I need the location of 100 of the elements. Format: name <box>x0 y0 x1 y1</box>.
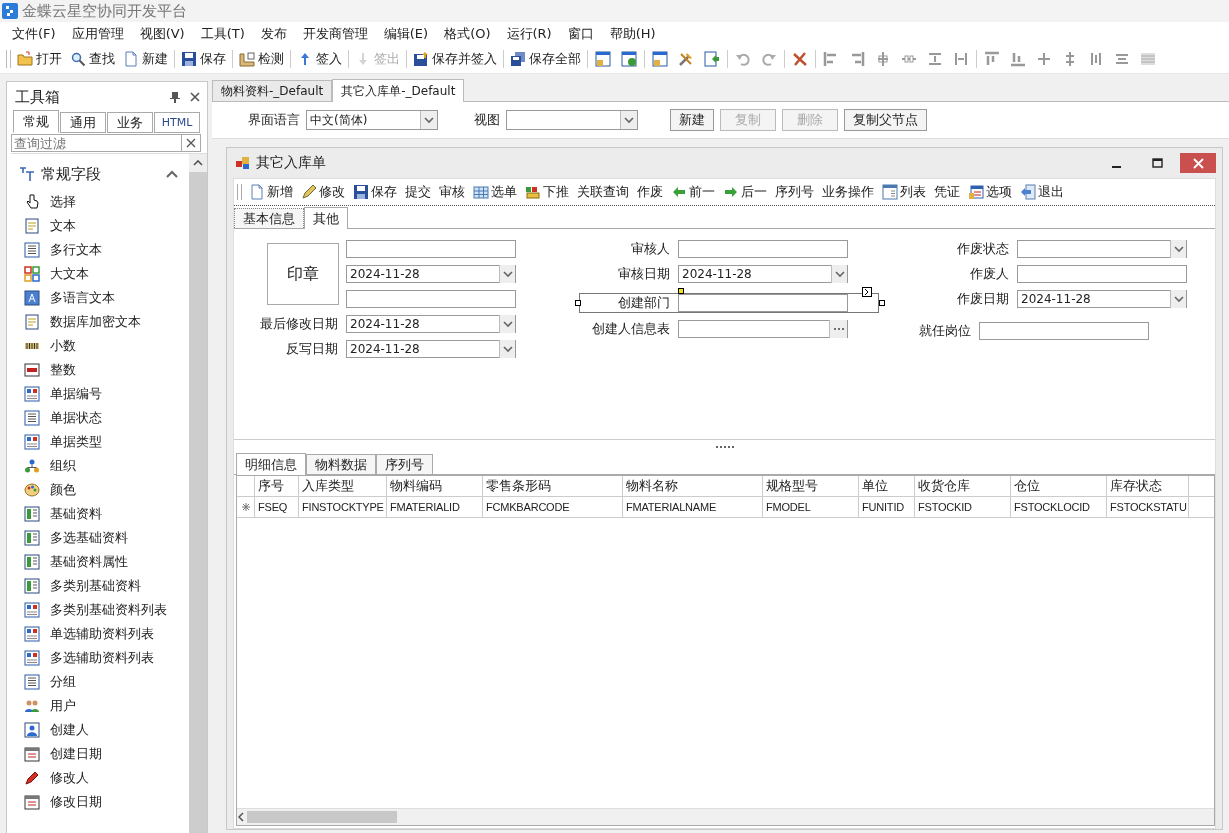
toolbar-button[interactable]: 凭证 <box>930 183 964 201</box>
date-field[interactable]: 2024-11-28 <box>346 265 516 283</box>
toolbox-item[interactable]: 修改日期 <box>11 790 189 814</box>
menu-item[interactable]: 编辑(E) <box>375 24 437 43</box>
clear-icon[interactable] <box>186 138 196 148</box>
toolbar-button[interactable]: 后一 <box>719 183 771 201</box>
toolbar-button[interactable]: 提交 <box>401 183 435 201</box>
toolbar-button[interactable]: 修改 <box>297 183 349 201</box>
scroll-up-icon[interactable] <box>193 159 203 167</box>
toolbar-button[interactable]: 退出 <box>1016 183 1068 201</box>
scrollbar[interactable] <box>189 154 207 833</box>
column-header[interactable]: 零售条形码 <box>483 476 623 496</box>
toolbox-item[interactable]: 小数 <box>11 334 189 358</box>
align-right-icon[interactable] <box>849 51 865 67</box>
align-center-icon[interactable] <box>875 51 891 67</box>
input-field[interactable] <box>346 240 516 258</box>
toolbar-button[interactable]: 签入 <box>293 48 346 70</box>
toolbox-item[interactable]: 创建日期 <box>11 742 189 766</box>
toolbox-item[interactable]: 单据类型 <box>11 430 189 454</box>
dropdown[interactable]: 中文(简体) <box>306 110 438 130</box>
column-header[interactable]: 入库类型 <box>299 476 387 496</box>
column-header[interactable]: 序号 <box>255 476 299 496</box>
form-window-icon[interactable] <box>652 51 668 67</box>
smart-tag-icon[interactable] <box>862 287 872 297</box>
toolbar-button[interactable]: 作废 <box>633 183 667 201</box>
dropdown[interactable] <box>506 110 638 130</box>
input-field[interactable] <box>1017 265 1187 283</box>
toolbox-item[interactable]: 多语言文本 <box>11 286 189 310</box>
toolbar-button[interactable]: 查找 <box>66 48 119 70</box>
input-field[interactable] <box>678 294 848 312</box>
column-header[interactable]: 仓位 <box>1011 476 1107 496</box>
filter-field[interactable]: 查询过滤 <box>11 134 201 152</box>
center-vertical-icon[interactable] <box>1036 51 1052 67</box>
column-header[interactable]: 物料名称 <box>623 476 763 496</box>
form-window-icon[interactable] <box>595 51 611 67</box>
column-header[interactable]: 收货仓库 <box>915 476 1011 496</box>
spacing-icon[interactable] <box>953 51 969 67</box>
toolbar-button[interactable]: 打开 <box>13 48 66 70</box>
panel-tab[interactable]: 业务 <box>107 112 153 133</box>
redo-icon[interactable] <box>761 51 777 67</box>
pin-icon[interactable] <box>169 91 181 103</box>
menu-item[interactable]: 工具(T) <box>192 24 253 43</box>
resize-handle[interactable] <box>575 300 581 306</box>
menu-item[interactable]: 格式(O) <box>436 24 499 43</box>
toolbar-button[interactable]: 新增 <box>245 183 297 201</box>
toolbox-item[interactable]: 组织 <box>11 454 189 478</box>
toolbox-item[interactable]: 多选基础资料 <box>11 526 189 550</box>
toolbox-item[interactable]: 用户 <box>11 694 189 718</box>
toolbox-item[interactable]: 基础资料属性 <box>11 550 189 574</box>
toolbox-item[interactable]: 数据库加密文本 <box>11 310 189 334</box>
form-tab[interactable]: 其他 <box>304 207 348 229</box>
close-button[interactable] <box>1180 153 1216 173</box>
grid-lines-icon[interactable] <box>1140 51 1156 67</box>
document-tab[interactable]: 物料资料-_Default <box>212 80 333 101</box>
detail-tab[interactable]: 明细信息 <box>236 453 306 475</box>
toolbox-item[interactable]: 颜色 <box>11 478 189 502</box>
toolbox-item[interactable]: 修改人 <box>11 766 189 790</box>
panel-tab[interactable]: HTML <box>154 112 200 133</box>
toolbar-button[interactable]: 列表 <box>878 183 930 201</box>
toolbox-item[interactable]: 分组 <box>11 670 189 694</box>
toolbox-item[interactable]: 整数 <box>11 358 189 382</box>
date-field[interactable]: 2024-11-28 <box>1017 290 1187 308</box>
toolbox-item[interactable]: 单据状态 <box>11 406 189 430</box>
menu-item[interactable]: 发布 <box>252 24 295 43</box>
date-field[interactable]: 2024-11-28 <box>346 315 516 333</box>
menu-item[interactable]: 应用管理 <box>63 24 132 43</box>
splitter-grip-icon[interactable] <box>715 445 734 448</box>
toolbox-item[interactable]: 多选辅助资料列表 <box>11 646 189 670</box>
delete-icon[interactable] <box>792 51 808 67</box>
menu-item[interactable]: 窗口 <box>559 24 602 43</box>
dropdown[interactable] <box>1017 240 1187 258</box>
spacing-icon[interactable] <box>927 51 943 67</box>
panel-tab[interactable]: 通用 <box>60 112 106 133</box>
toolbox-item[interactable]: 选择 <box>11 190 189 214</box>
align-top-icon[interactable] <box>984 51 1000 67</box>
undo-icon[interactable] <box>735 51 751 67</box>
menu-item[interactable]: 文件(F) <box>4 24 64 43</box>
close-icon[interactable] <box>189 91 201 103</box>
toolbar-button[interactable]: 检测 <box>235 48 288 70</box>
menu-item[interactable]: 视图(V) <box>131 24 193 43</box>
resize-handle[interactable] <box>678 288 684 294</box>
document-tab[interactable]: 其它入库单-_Default <box>332 79 465 102</box>
toolbox-item[interactable]: 单据编号 <box>11 382 189 406</box>
detail-tab[interactable]: 物料数据 <box>306 454 376 474</box>
input-field[interactable] <box>346 290 516 308</box>
resize-handle[interactable] <box>879 300 885 306</box>
horizontal-spacing-icon[interactable] <box>1114 51 1130 67</box>
input-field[interactable] <box>979 322 1149 340</box>
panel-tab[interactable]: 常规 <box>13 110 59 133</box>
vertical-spacing-icon[interactable] <box>1088 51 1104 67</box>
toolbar-button[interactable]: 关联查询 <box>573 183 633 201</box>
toolbar-button[interactable]: 保存并签入 <box>409 48 501 70</box>
date-field[interactable]: 2024-11-28 <box>346 340 516 358</box>
toolbar-button[interactable]: 新建 <box>119 48 172 70</box>
toolbox-item[interactable]: 多行文本 <box>11 238 189 262</box>
toolbar-button[interactable]: 保存全部 <box>506 48 585 70</box>
toolbox-item[interactable]: 创建人 <box>11 718 189 742</box>
toolbar-button[interactable]: 选单 <box>469 183 521 201</box>
form-tab[interactable]: 基本信息 <box>234 208 304 228</box>
toolbox-item[interactable]: 多类别基础资料 <box>11 574 189 598</box>
